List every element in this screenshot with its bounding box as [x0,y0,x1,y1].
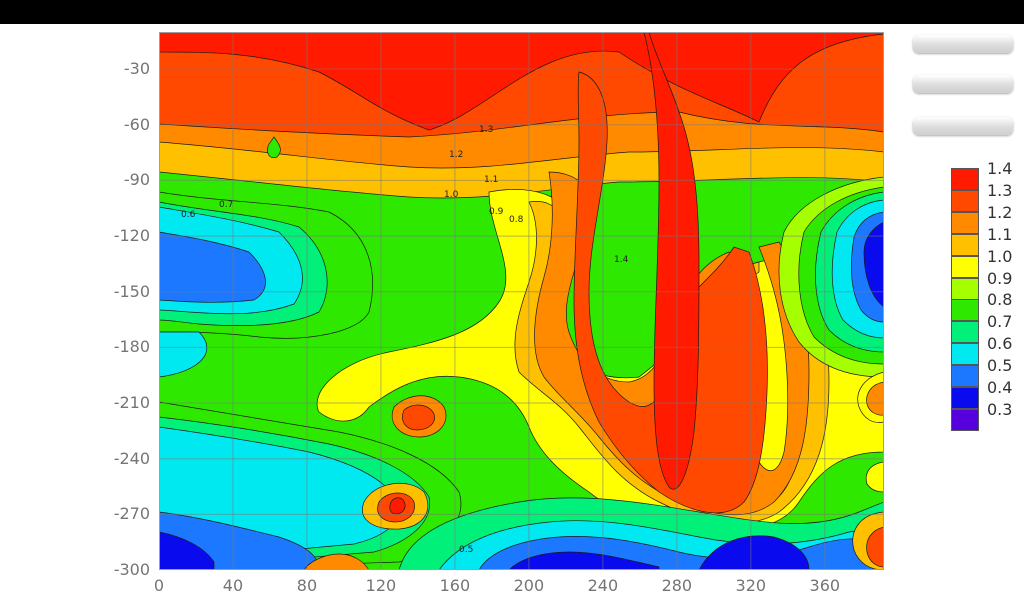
colorbar-label: 0.5 [987,356,1013,376]
colorbar-label: 0.9 [987,268,1013,288]
colorbar-swatch [951,277,979,300]
colorbar-swatch [951,255,979,278]
y-tick-label: -60 [123,114,150,134]
colorbar-swatch [951,168,979,190]
colorbar-label: 1.2 [987,202,1013,222]
colorbar-swatch [951,321,979,344]
x-tick-label: 280 [661,576,693,595]
colorbar-swatch [951,387,979,409]
contour-label-0: 1.4 [614,255,629,265]
contour-label-7: 0.7 [219,200,233,210]
side-menu-button-1[interactable] [913,35,1013,53]
y-tick-label: -120 [113,226,150,246]
x-tick-label: 0 [153,576,165,595]
y-tick-label: -210 [113,393,150,413]
x-tick-label: 160 [439,576,471,595]
colorbar-swatch [951,189,979,212]
colorbar-label: 0.6 [987,334,1013,354]
y-tick-label: -180 [113,337,150,357]
x-tick-label: 120 [365,576,397,595]
colorbar-swatch [951,299,979,322]
x-tick-label: 200 [513,576,545,595]
y-tick-label: -30 [123,59,150,79]
colorbar-swatch [951,365,979,388]
x-tick-label: 80 [296,576,318,595]
colorbar-label: 1.0 [987,246,1013,266]
colorbar-label: 0.3 [987,399,1013,419]
top-status-bar [0,0,1024,24]
side-menu-button-3[interactable] [913,117,1013,135]
colorbar-label: 1.3 [987,180,1013,200]
colorbar-label: 1.4 [987,159,1013,178]
contour-label-3: 1.1 [484,175,498,185]
y-tick-label: -150 [113,281,150,301]
colorbar-label: 0.8 [987,290,1013,310]
y-tick-label: -90 [123,170,150,190]
contour-plot-area: 1.4 1.3 1.2 1.1 1.0 0.9 0.8 0.7 0.6 0.5 [159,32,884,570]
contour-label-5: 0.9 [489,207,504,217]
y-tick-label: -270 [113,504,150,524]
colorbar-swatch [951,343,979,366]
colorbar-label: 1.1 [987,224,1013,244]
contour-label-6: 0.8 [509,215,524,225]
y-tick-label: -240 [113,448,150,468]
contour-label-2: 1.2 [449,150,463,160]
contour-plot: 1.4 1.3 1.2 1.1 1.0 0.9 0.8 0.7 0.6 0.5 [159,32,884,570]
side-menu-button-2[interactable] [913,75,1013,93]
colorbar-label: 0.7 [987,312,1013,332]
colorbar-label: 0.4 [987,378,1013,397]
x-tick-label: 360 [809,576,841,595]
contour-label-4: 1.0 [444,190,459,200]
contour-label-1: 1.3 [479,125,493,135]
contour-region-32 [402,404,435,431]
colorbar-swatch [951,408,979,431]
contour-region-35 [389,497,406,515]
x-tick-label: 40 [222,576,244,595]
colorbar-swatch [951,233,979,256]
colorbar-swatch [951,211,979,234]
x-tick-label: 240 [587,576,619,595]
x-tick-label: 320 [735,576,767,595]
contour-label-8: 0.6 [181,210,196,220]
contour-label-9: 0.5 [459,545,473,555]
